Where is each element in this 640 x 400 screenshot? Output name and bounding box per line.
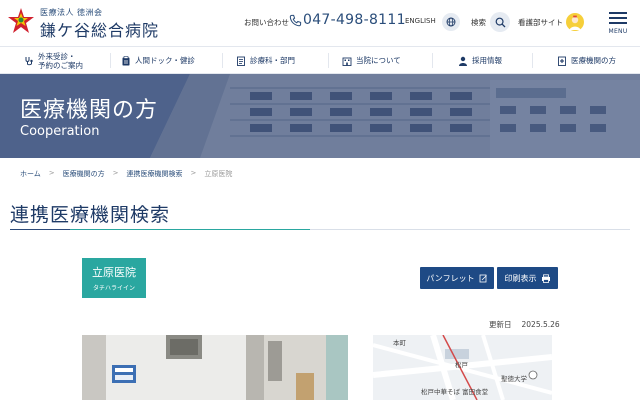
page-title: 連携医療機関検索 bbox=[10, 204, 171, 226]
map-label: 松戸 bbox=[455, 361, 468, 369]
nav-item-departments[interactable]: 診療科・部門 bbox=[236, 47, 295, 74]
hospital-logo-icon[interactable] bbox=[7, 7, 35, 35]
breadcrumb-home[interactable]: ホーム bbox=[20, 169, 41, 179]
breadcrumb: ホーム > 医療機関の方 > 連携医療機関検索 > 立原医院 bbox=[20, 169, 232, 179]
breadcrumb-search[interactable]: 連携医療機関検索 bbox=[127, 169, 183, 179]
printer-icon bbox=[541, 273, 550, 283]
facility-name-badge: 立原医院 タチハライイン bbox=[82, 258, 146, 298]
nurse-site-label[interactable]: 看護部サイト bbox=[518, 17, 563, 28]
nav-divider bbox=[110, 53, 111, 68]
map-label: 本町 bbox=[393, 339, 406, 347]
english-button[interactable] bbox=[442, 13, 460, 31]
site-header: 医療法人 徳洲会 鎌ケ谷総合病院 お問い合わせ 047-498-8111 ENG… bbox=[0, 0, 640, 46]
print-button[interactable]: 印刷表示 bbox=[497, 267, 558, 289]
nav-item-label: 当院について bbox=[356, 56, 401, 65]
nav-item-about[interactable]: 当院について bbox=[342, 47, 401, 74]
breadcrumb-separator: > bbox=[112, 169, 119, 177]
menu-bar bbox=[609, 22, 627, 24]
facility-name: 立原医院 bbox=[92, 266, 136, 279]
nav-item-outpatient[interactable]: 外来受診・ 予約のご案内 bbox=[24, 47, 83, 74]
hospital-file-icon bbox=[558, 56, 566, 66]
nav-item-label: 予約のご案内 bbox=[38, 60, 83, 70]
english-label[interactable]: ENGLISH bbox=[405, 17, 436, 25]
clinic-exterior-image bbox=[82, 335, 348, 400]
map-label: 聖徳大学 bbox=[501, 375, 527, 383]
nav-item-label: 採用情報 bbox=[472, 56, 502, 65]
document-icon bbox=[237, 56, 245, 66]
building-icon bbox=[342, 57, 352, 66]
search-button[interactable] bbox=[490, 12, 510, 32]
nav-item-medical-institutions[interactable]: 医療機関の方 bbox=[557, 47, 616, 74]
updated-label: 更新日 bbox=[489, 320, 512, 329]
globe-icon bbox=[446, 17, 456, 27]
nav-divider bbox=[432, 53, 433, 68]
stethoscope-icon bbox=[25, 56, 33, 65]
updated-value: 2025.5.26 bbox=[521, 320, 560, 329]
phone-number[interactable]: 047-498-8111 bbox=[303, 12, 406, 28]
nav-divider bbox=[328, 53, 329, 68]
nurse-site-icon[interactable] bbox=[564, 11, 586, 33]
nav-item-checkup[interactable]: 人間ドック・健診 bbox=[121, 47, 195, 74]
access-map[interactable]: 本町 松戸 聖徳大学 松戸中華そば 富田食堂 bbox=[373, 335, 552, 400]
nav-item-recruit[interactable]: 採用情報 bbox=[458, 47, 502, 74]
menu-bar bbox=[609, 17, 627, 19]
external-file-icon bbox=[479, 274, 487, 282]
breadcrumb-medical-institutions[interactable]: 医療機関の方 bbox=[63, 169, 105, 179]
banner-title: 医療機関の方 bbox=[20, 98, 159, 123]
facility-photo bbox=[82, 335, 348, 400]
nav-divider bbox=[532, 53, 533, 68]
print-label: 印刷表示 bbox=[504, 273, 537, 283]
title-underline bbox=[10, 229, 630, 230]
nav-item-label: 外来受診・ bbox=[38, 51, 76, 61]
phone-icon bbox=[289, 14, 302, 27]
search-icon bbox=[495, 17, 505, 27]
menu-button[interactable]: MENU bbox=[606, 10, 630, 38]
banner-subtitle: Cooperation bbox=[20, 124, 100, 139]
contact-label: お問い合わせ bbox=[244, 18, 289, 27]
clipboard-icon bbox=[122, 55, 130, 65]
breadcrumb-separator: > bbox=[190, 169, 197, 177]
map-label: 松戸中華そば 富田食堂 bbox=[421, 388, 489, 396]
updated-date: 更新日 2025.5.26 bbox=[489, 319, 560, 330]
search-label[interactable]: 検索 bbox=[471, 17, 486, 28]
nav-item-label: 人間ドック・健診 bbox=[135, 56, 195, 65]
page-banner: 医療機関の方 Cooperation bbox=[0, 74, 640, 158]
nav-divider bbox=[222, 53, 223, 68]
nav-item-label: 医療機関の方 bbox=[571, 56, 616, 65]
menu-label: MENU bbox=[608, 28, 628, 35]
hospital-name[interactable]: 鎌ケ谷総合病院 bbox=[40, 17, 159, 41]
pamphlet-button[interactable]: パンフレット bbox=[420, 267, 494, 289]
breadcrumb-separator: > bbox=[48, 169, 55, 177]
nav-item-label: 診療科・部門 bbox=[250, 56, 295, 65]
pamphlet-label: パンフレット bbox=[426, 273, 475, 283]
breadcrumb-current: 立原医院 bbox=[204, 170, 233, 178]
global-nav: 外来受診・ 予約のご案内 人間ドック・健診 診療科・部門 当院について 採用情報… bbox=[0, 46, 640, 74]
facility-kana: タチハライイン bbox=[92, 285, 135, 292]
person-icon bbox=[459, 56, 467, 66]
menu-bar bbox=[609, 12, 627, 14]
